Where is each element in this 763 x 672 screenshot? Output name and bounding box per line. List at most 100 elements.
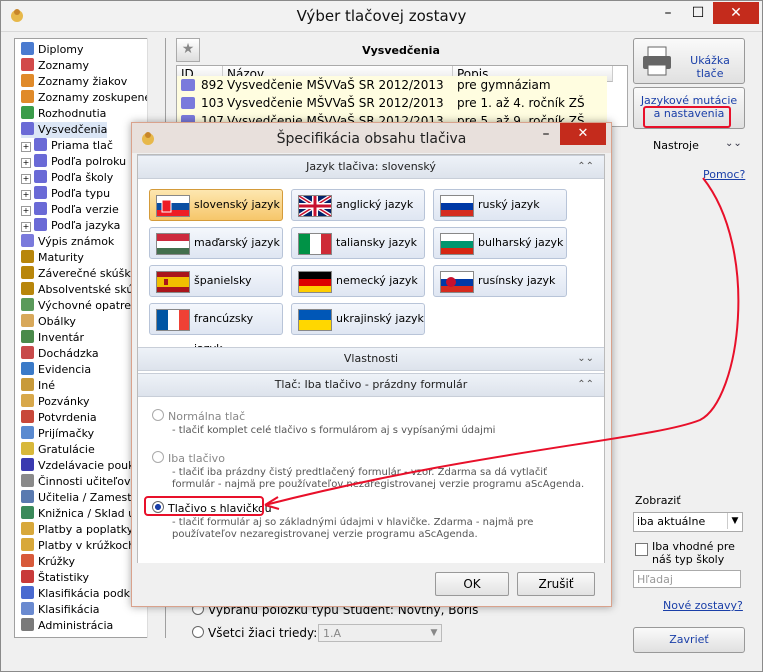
certificate-icon — [181, 79, 195, 91]
tree-item[interactable]: Krúžky — [21, 554, 75, 570]
tree-item[interactable]: Potvrdenia — [21, 410, 97, 426]
tree-item[interactable]: Výchovné opatrenia — [21, 298, 148, 314]
print-option-radio[interactable] — [152, 451, 164, 463]
close-dialog-button[interactable]: Zavrieť — [633, 627, 745, 653]
properties-section-header[interactable]: Vlastnosti ⌄⌄ — [138, 347, 604, 371]
tree-item[interactable]: + Podľa školy — [21, 170, 113, 186]
tree-item-label: Iné — [38, 379, 55, 392]
new-reports-link[interactable]: Nové zostavy? — [663, 599, 743, 612]
report-icon — [34, 202, 47, 215]
tree-item[interactable]: Inventár — [21, 330, 84, 346]
tree-item[interactable]: Absolventské skúšk — [21, 282, 145, 298]
language-option[interactable]: rusínsky jazyk — [433, 265, 567, 297]
tree-item[interactable]: Klasifikácia podklad — [21, 586, 147, 602]
tree-item[interactable]: Zoznamy zoskupené — [21, 90, 151, 106]
tree-item[interactable]: Diplomy — [21, 42, 84, 58]
tree-item[interactable]: + Priama tlač — [21, 138, 113, 154]
tree-item[interactable]: Činnosti učiteľov — [21, 474, 131, 490]
tree-item-label: Maturity — [38, 251, 84, 264]
tree-item[interactable]: Platby v krúžkoch — [21, 538, 135, 554]
language-option[interactable]: ruský jazyk — [433, 189, 567, 221]
language-option[interactable]: maďarský jazyk — [149, 227, 283, 259]
tree-item[interactable]: Knižnica / Sklad uč — [21, 506, 141, 522]
tree-item[interactable]: Výpis známok — [21, 234, 114, 250]
tree-item-label: Podľa typu — [51, 187, 111, 200]
tree-item[interactable]: Štatistiky — [21, 570, 89, 586]
tree-item[interactable]: Pozvánky — [21, 394, 89, 410]
report-icon — [21, 330, 34, 343]
tree-item[interactable]: + Podľa jazyka — [21, 218, 120, 234]
tree-item[interactable]: Iné — [21, 378, 55, 394]
print-option[interactable]: Tlačivo s hlavičkou — [152, 501, 272, 515]
language-option[interactable]: nemecký jazyk — [291, 265, 425, 297]
show-select[interactable]: iba aktuálne ▼ — [633, 512, 743, 532]
language-option[interactable]: slovenský jazyk — [149, 189, 283, 221]
ok-button[interactable]: OK — [435, 572, 509, 596]
tree-item[interactable]: Obálky — [21, 314, 76, 330]
tree-item[interactable]: Platby a poplatky — [21, 522, 133, 538]
expand-icon[interactable]: + — [21, 174, 31, 184]
tree-item[interactable]: Rozhodnutia — [21, 106, 106, 122]
print-section-header[interactable]: Tlač: Iba tlačivo - prázdny formulár ⌃⌃ — [138, 373, 604, 397]
table-row[interactable]: 892 Vysvedčenie MŠVVaŠ SR 2012/2013 pre gy… — [177, 76, 607, 95]
tree-item[interactable]: Evidencia — [21, 362, 91, 378]
tree-item[interactable]: + Podľa polroku — [21, 154, 126, 170]
tree-item[interactable]: Záverečné skúšky — [21, 266, 137, 282]
print-preview-label: Ukážka tlače — [690, 54, 730, 80]
report-icon — [21, 378, 34, 391]
table-row[interactable]: 103 Vysvedčenie MŠVVaŠ SR 2012/2013 pre 1.… — [177, 94, 607, 113]
tree-item[interactable]: Učitelia / Zamestna — [21, 490, 145, 506]
tree-item[interactable]: Zoznamy — [21, 58, 89, 74]
tree-item[interactable]: Vzdelávacie poukaz — [21, 458, 147, 474]
expand-icon[interactable]: + — [21, 206, 31, 216]
tree-item-label: Klasifikácia — [38, 603, 100, 616]
chevron-down-icon: ⌄⌄ — [725, 138, 742, 149]
all-class-option[interactable]: Všetci žiaci triedy: — [192, 626, 317, 640]
print-option-radio[interactable] — [152, 501, 164, 513]
maximize-button[interactable]: ☐ — [683, 2, 713, 24]
cancel-button[interactable]: Zrušiť — [517, 572, 595, 596]
print-option[interactable]: Normálna tlač — [152, 409, 245, 423]
report-icon — [21, 122, 34, 135]
tree-item[interactable]: + Podľa typu — [21, 186, 110, 202]
print-option-radio[interactable] — [152, 409, 164, 421]
language-option[interactable]: anglický jazyk — [291, 189, 425, 221]
tools-toggle[interactable]: Nastroje ⌄⌄ — [633, 137, 743, 155]
language-option[interactable]: taliansky jazyk — [291, 227, 425, 259]
all-class-radio[interactable] — [192, 626, 204, 638]
dialog-minimize-button[interactable]: – — [534, 126, 558, 142]
tree-item[interactable]: + Podľa verzie — [21, 202, 119, 218]
print-preview-button[interactable]: Ukážka tlače — [633, 38, 745, 84]
expand-icon[interactable]: + — [21, 222, 31, 232]
print-option-label: Tlačivo s hlavičkou — [168, 502, 272, 515]
class-select[interactable]: 1.A ▼ — [318, 624, 442, 642]
expand-icon[interactable]: + — [21, 158, 31, 168]
expand-icon[interactable]: + — [21, 142, 31, 152]
expand-icon[interactable]: + — [21, 190, 31, 200]
tree-item[interactable]: Gratulácie — [21, 442, 95, 458]
tree-item[interactable]: Klasifikácia — [21, 602, 100, 618]
tree-item[interactable]: Prijímačky — [21, 426, 94, 442]
dialog-close-button[interactable]: ✕ — [560, 123, 606, 145]
tree-item[interactable]: Dochádzka — [21, 346, 99, 362]
language-section-header[interactable]: Jazyk tlačiva: slovenský ⌃⌃ — [138, 155, 604, 179]
help-link[interactable]: Pomoc? — [703, 168, 745, 181]
language-option[interactable]: bulharský jazyk — [433, 227, 567, 259]
print-option[interactable]: Iba tlačivo — [152, 451, 225, 465]
tree-item-label: Knižnica / Sklad uč — [38, 507, 142, 520]
close-button[interactable]: ✕ — [713, 2, 759, 24]
search-input[interactable]: Hľadaj — [633, 570, 741, 588]
report-icon — [21, 426, 34, 439]
cell-desc: pre 1. až 4. ročník ZŠ — [457, 96, 585, 110]
suitable-only-checkbox[interactable] — [635, 543, 648, 556]
tree-item[interactable]: Vysvedčenia — [21, 122, 108, 138]
minimize-button[interactable]: – — [653, 2, 683, 24]
tree-item-label: Krúžky — [38, 555, 75, 568]
tree-item[interactable]: Zoznamy žiakov — [21, 74, 127, 90]
language-option[interactable]: španielsky jazyk — [149, 265, 283, 317]
language-option[interactable]: ukrajinský jazyk — [291, 303, 425, 335]
tree-item[interactable]: Administrácia — [21, 618, 113, 634]
tree-item-label: Administrácia — [38, 619, 114, 632]
tree-item[interactable]: Maturity — [21, 250, 84, 266]
language-option[interactable]: francúzsky jazyk — [149, 303, 283, 355]
